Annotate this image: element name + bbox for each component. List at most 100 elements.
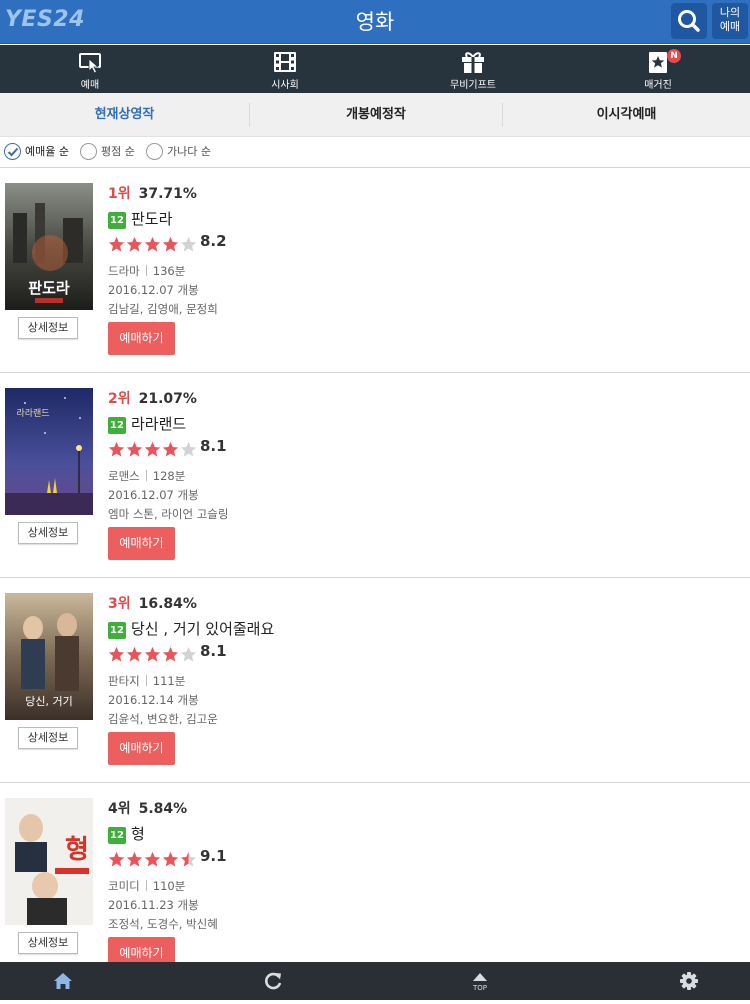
scroll-top-button[interactable]: TOP [460, 962, 500, 1000]
movie-title: 판도라 [131, 210, 173, 228]
book-button[interactable]: 예매하기 [108, 732, 175, 765]
movie-tabs: 현재상영작 개봉예정작 이시각예매 [0, 93, 750, 137]
settings-button[interactable] [669, 962, 709, 1000]
movie-title-line[interactable]: 12 판도라 [108, 209, 172, 229]
radio-checked[interactable] [4, 142, 21, 160]
detail-info-button[interactable]: 상세정보 [18, 317, 78, 339]
svg-text:당신, 거기: 당신, 거기 [25, 695, 72, 708]
movie-row: 당신, 거기 상세정보 3위 16.84% 12 당신 , 거기 있어줄래요 8.1… [0, 578, 750, 783]
movie-poster-lalaland[interactable]: 라라랜드 [5, 388, 93, 515]
star-icon [144, 441, 161, 457]
my-booking-label-2: 예매 [719, 20, 741, 33]
page-title: 영화 [355, 10, 395, 34]
nav-preview[interactable]: 시사회 [225, 45, 345, 93]
home-icon [54, 973, 72, 989]
search-icon [678, 10, 700, 32]
movie-poster-brother[interactable]: 형 [5, 798, 93, 925]
cast-list: 엠마 스톤, 라이언 고슬링 [108, 507, 229, 521]
booking-rate: 5.84% [138, 801, 188, 817]
genre-runtime: 로맨스 128분 [108, 468, 185, 484]
runtime: 110분 [152, 879, 186, 893]
radio-unchecked[interactable] [146, 142, 163, 160]
film-icon [274, 52, 296, 72]
top-label: TOP [472, 984, 487, 992]
star-icon [162, 441, 179, 457]
nav-movie-gift-label: 무비기프트 [450, 80, 496, 91]
tab-coming-soon[interactable]: 개봉예정작 [250, 93, 502, 137]
runtime: 128분 [152, 469, 186, 483]
book-button[interactable]: 예매하기 [108, 527, 175, 560]
tab-booking-now[interactable]: 이시각예매 [503, 93, 750, 137]
star-icon [108, 441, 125, 457]
genre: 로맨스 [108, 469, 140, 483]
cast-list: 조정석, 도경수, 박신혜 [108, 917, 218, 931]
release-date: 2016.12.14 개봉 [108, 693, 199, 707]
sort-by-booking-rate-label: 예매율 순 [25, 145, 69, 158]
rating-score: 9.1 [200, 847, 227, 865]
movie-row: 라라랜드 상세정보 2위 21.07% 12 라라랜드 8.1 로맨스 128분 20… [0, 373, 750, 578]
svg-text:라라랜드: 라라랜드 [16, 408, 49, 419]
star-icon [162, 646, 179, 662]
radio-unchecked[interactable] [80, 142, 97, 160]
age-rating-badge: 12 [108, 212, 126, 229]
gift-icon [462, 52, 484, 73]
check-icon [7, 147, 19, 156]
movie-poster-will-you-be-there[interactable]: 당신, 거기 [5, 593, 93, 720]
release-date: 2016.12.07 개봉 [108, 488, 199, 502]
star-icon [144, 646, 161, 662]
movie-poster-pandora[interactable]: 판도라 [5, 183, 93, 310]
home-button[interactable] [43, 962, 83, 1000]
meta-divider [145, 470, 147, 481]
yes24-logo[interactable]: YES24 [5, 7, 85, 32]
nav-movie-gift[interactable]: 무비기프트 [413, 45, 533, 93]
nav-booking[interactable]: 예매 [30, 45, 150, 93]
rank-number: 1위 [108, 186, 131, 202]
star-rating [108, 439, 198, 459]
star-icon [180, 441, 197, 457]
nav-magazine-label: 매거진 [644, 80, 672, 91]
cast-list: 김남길, 김영애, 문정희 [108, 302, 218, 316]
svg-text:판도라: 판도라 [28, 279, 70, 297]
star-icon [162, 236, 179, 252]
icon-nav-bar: 예매 시사회 무비기프트 N 매거진 [0, 45, 750, 93]
tab-now-showing[interactable]: 현재상영작 [0, 93, 249, 137]
star-icon [108, 236, 125, 252]
age-rating-badge: 12 [108, 417, 126, 434]
star-icon [144, 851, 161, 867]
rank-number: 3위 [108, 596, 131, 612]
sort-by-name[interactable]: 가나다 순 [146, 142, 211, 161]
sort-by-rating[interactable]: 평점 순 [80, 142, 135, 161]
rank-and-rate: 3위 16.84% [108, 593, 197, 613]
refresh-button[interactable] [253, 962, 293, 1000]
meta-divider [145, 265, 147, 276]
header-bar: YES24 영화 나의 예매 [0, 0, 750, 44]
genre-runtime: 드라마 136분 [108, 263, 185, 279]
search-button[interactable] [671, 3, 707, 39]
movie-title: 라라랜드 [131, 415, 187, 433]
settings-gear-icon [680, 972, 698, 990]
detail-info-button[interactable]: 상세정보 [18, 727, 78, 749]
sort-by-booking-rate[interactable]: 예매율 순 [4, 142, 69, 161]
detail-info-button[interactable]: 상세정보 [18, 932, 78, 954]
genre-runtime: 코미디 110분 [108, 878, 185, 894]
star-icon [180, 236, 197, 252]
meta-divider [145, 675, 147, 686]
sort-bar: 예매율 순 평점 순 가나다 순 [0, 137, 750, 168]
movie-title-line[interactable]: 12 라라랜드 [108, 414, 186, 434]
detail-info-button[interactable]: 상세정보 [18, 522, 78, 544]
rating-score: 8.1 [200, 642, 227, 660]
genre: 코미디 [108, 879, 140, 893]
rank-number: 2위 [108, 391, 131, 407]
movie-row: 형 상세정보 4위 5.84% 12 형 9.1 코미디 110분 2016.11.2… [0, 783, 750, 988]
my-booking-button[interactable]: 나의 예매 [712, 3, 748, 39]
movie-title-line[interactable]: 12 형 [108, 824, 145, 844]
movie-title-line[interactable]: 12 당신 , 거기 있어줄래요 [108, 619, 274, 639]
my-booking-label-1: 나의 [719, 6, 741, 19]
rank-and-rate: 4위 5.84% [108, 798, 187, 818]
star-icon [108, 646, 125, 662]
book-button[interactable]: 예매하기 [108, 322, 175, 355]
runtime: 136분 [152, 264, 186, 278]
scroll-top-icon: TOP [472, 973, 487, 992]
rank-number: 4위 [108, 801, 131, 817]
nav-magazine[interactable]: N 매거진 [598, 45, 718, 93]
